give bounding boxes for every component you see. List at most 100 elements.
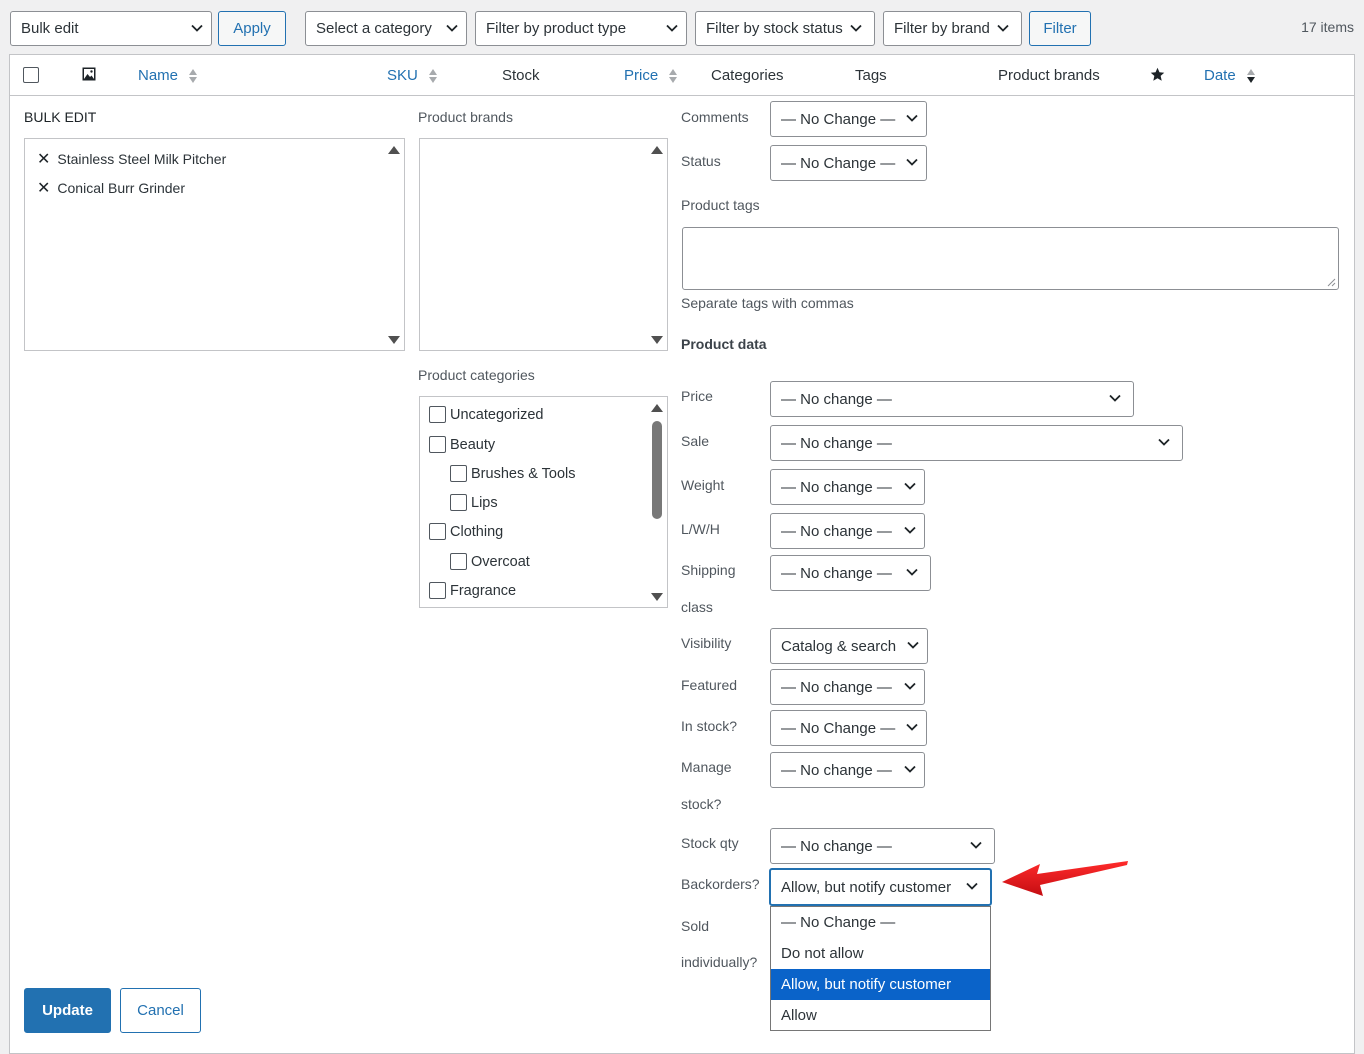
in-stock-select[interactable]: — No Change —: [770, 710, 927, 746]
stock-status-filter-select[interactable]: Filter by stock status: [695, 11, 875, 46]
manage-stock-label-line2: stock?: [681, 796, 722, 812]
product-tags-hint: Separate tags with commas: [681, 295, 854, 311]
weight-select[interactable]: — No change —: [770, 469, 925, 505]
category-label: Fragrance: [450, 582, 517, 599]
in-stock-label: In stock?: [681, 718, 738, 734]
category-label: Uncategorized: [450, 406, 544, 423]
sort-icon: [429, 69, 438, 84]
category-item-clothing[interactable]: Clothing: [429, 523, 503, 540]
filter-button[interactable]: Filter: [1029, 11, 1091, 46]
sort-icon: [1246, 69, 1255, 84]
featured-select[interactable]: — No change —: [770, 669, 925, 705]
cancel-button[interactable]: Cancel: [120, 988, 201, 1033]
chevron-down-icon: [904, 526, 916, 534]
sold-individually-label-line1: Sold: [681, 918, 710, 934]
backorders-select[interactable]: Allow, but notify customer: [769, 868, 992, 906]
comments-select[interactable]: — No Change —: [770, 101, 927, 137]
manage-stock-select[interactable]: — No change —: [770, 752, 925, 788]
scroll-up-arrow[interactable]: [651, 404, 663, 412]
brand-filter-select[interactable]: Filter by brand: [883, 11, 1022, 46]
stock-qty-select[interactable]: — No change —: [770, 828, 995, 864]
category-item-lips[interactable]: Lips: [450, 494, 498, 511]
scroll-down-arrow[interactable]: [651, 336, 663, 344]
update-button[interactable]: Update: [24, 988, 111, 1033]
scroll-down-arrow[interactable]: [388, 336, 400, 344]
chevron-down-icon: [906, 723, 918, 731]
brand-filter-value: Filter by brand: [894, 20, 990, 37]
product-type-filter-select[interactable]: Filter by product type: [475, 11, 687, 46]
visibility-value: Catalog & search: [781, 637, 897, 655]
remove-icon[interactable]: ✕: [37, 178, 50, 198]
visibility-label: Visibility: [681, 635, 732, 651]
backorders-option-do-not-allow[interactable]: Do not allow: [771, 938, 990, 969]
weight-label: Weight: [681, 477, 725, 493]
column-header-tags: Tags: [855, 67, 887, 84]
column-header-name[interactable]: Name: [138, 67, 198, 84]
shipping-class-label-line2: class: [681, 599, 713, 615]
product-data-heading: Product data: [681, 336, 767, 352]
backorders-option-allow-notify[interactable]: Allow, but notify customer: [771, 969, 990, 1000]
product-categories-list: Uncategorized Beauty Brushes & Tools Lip…: [419, 396, 668, 608]
column-header-date[interactable]: Date: [1204, 67, 1256, 84]
price-select[interactable]: — No change —: [770, 381, 1134, 417]
chevron-down-icon: [191, 24, 203, 32]
category-checkbox[interactable]: [429, 582, 446, 599]
category-item-uncategorized[interactable]: Uncategorized: [429, 406, 544, 423]
remove-icon[interactable]: ✕: [37, 149, 50, 169]
backorders-option-allow[interactable]: Allow: [771, 1000, 990, 1031]
category-item-fragrance[interactable]: Fragrance: [429, 582, 516, 599]
scroll-down-arrow[interactable]: [651, 593, 663, 601]
sale-label: Sale: [681, 433, 710, 449]
select-all-checkbox[interactable]: [23, 67, 39, 83]
chevron-down-icon: [997, 24, 1009, 32]
lwh-select[interactable]: — No change —: [770, 513, 925, 549]
category-item-beauty[interactable]: Beauty: [429, 436, 495, 453]
category-label: Lips: [471, 494, 498, 511]
chevron-down-icon: [446, 24, 458, 32]
category-checkbox[interactable]: [450, 465, 467, 482]
status-select[interactable]: — No Change —: [770, 145, 927, 181]
backorders-option-no-change[interactable]: — No Change —: [771, 907, 990, 938]
resize-handle-icon[interactable]: [1327, 278, 1336, 287]
title-item-label: Conical Burr Grinder: [57, 180, 186, 196]
column-header-sku[interactable]: SKU: [387, 67, 438, 84]
product-tags-textarea[interactable]: [682, 227, 1339, 290]
bulk-edit-heading: BULK EDIT: [24, 109, 97, 125]
featured-label: Featured: [681, 677, 738, 693]
sort-icon: [189, 69, 198, 84]
sold-individually-label-line2: individually?: [681, 954, 758, 970]
scroll-up-arrow[interactable]: [651, 146, 663, 154]
column-header-price[interactable]: Price: [624, 67, 678, 84]
chevron-down-icon: [966, 882, 978, 890]
stock-status-filter-value: Filter by stock status: [706, 20, 843, 37]
scroll-up-arrow[interactable]: [388, 146, 400, 154]
scrollbar-thumb[interactable]: [652, 421, 662, 519]
category-checkbox[interactable]: [429, 406, 446, 423]
chevron-down-icon: [907, 641, 919, 649]
category-checkbox[interactable]: [429, 436, 446, 453]
price-label: Price: [681, 388, 713, 404]
stock-qty-value: — No change —: [781, 837, 892, 855]
bulk-action-value: Bulk edit: [21, 20, 79, 37]
shipping-class-select[interactable]: — No change —: [770, 555, 931, 591]
visibility-select[interactable]: Catalog & search: [770, 628, 928, 664]
category-checkbox[interactable]: [450, 494, 467, 511]
items-count: 17 items: [1301, 19, 1354, 35]
sale-select[interactable]: — No change —: [770, 425, 1183, 461]
column-date-label: Date: [1204, 67, 1236, 84]
category-item-overcoat[interactable]: Overcoat: [450, 553, 530, 570]
category-checkbox[interactable]: [450, 553, 467, 570]
table-header: Name SKU Stock Price Categories Tags Pro…: [10, 55, 1354, 96]
list-item: ✕ Stainless Steel Milk Pitcher: [37, 149, 226, 169]
bulk-action-select[interactable]: Bulk edit: [10, 11, 212, 46]
apply-button[interactable]: Apply: [218, 11, 286, 46]
annotation-arrow-icon: [1002, 861, 1128, 896]
category-filter-select[interactable]: Select a category: [305, 11, 467, 46]
featured-value: — No change —: [781, 678, 892, 696]
star-icon[interactable]: [1150, 67, 1165, 82]
chevron-down-icon: [904, 682, 916, 690]
chevron-down-icon: [906, 568, 918, 576]
category-item-brushes-tools[interactable]: Brushes & Tools: [450, 465, 576, 482]
category-checkbox[interactable]: [429, 523, 446, 540]
backorders-label: Backorders?: [681, 876, 760, 892]
